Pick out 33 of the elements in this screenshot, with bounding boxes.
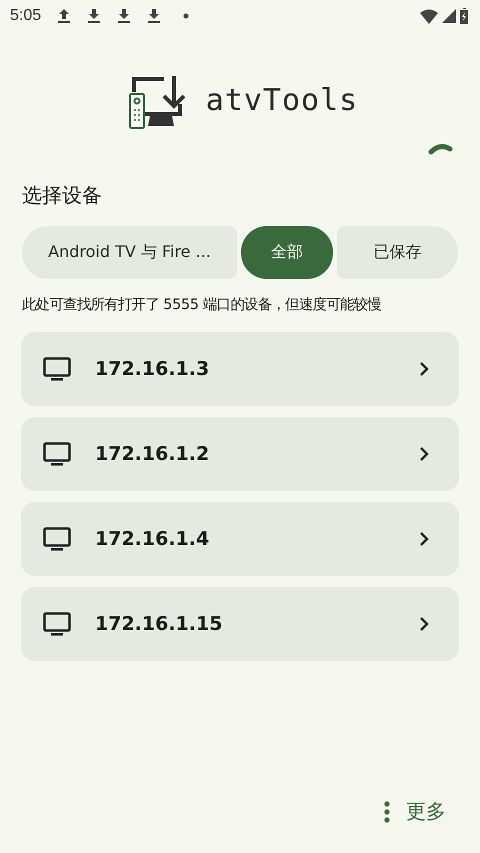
upload-icon (57, 8, 72, 24)
monitor-icon (43, 357, 71, 381)
dot-icon (183, 13, 190, 19)
download-icon (117, 8, 132, 24)
device-address: 172.16.1.4 (95, 528, 210, 550)
device-card[interactable]: 172.16.1.15 (21, 587, 459, 661)
wifi-icon (420, 8, 438, 24)
device-address: 172.16.1.15 (95, 613, 224, 635)
device-address: 172.16.1.3 (95, 358, 210, 380)
download-icon (147, 8, 162, 24)
hint-text: 此处可查找所有打开了 5555 端口的设备，但速度可能较慢 (22, 296, 382, 314)
status-time: 5:05 (10, 7, 42, 25)
chevron-right-icon (419, 446, 429, 462)
download-icon (87, 8, 102, 24)
chevron-right-icon (419, 531, 429, 547)
monitor-icon (43, 612, 71, 636)
filter-tab[interactable]: Android TV 与 Fire ... (22, 226, 237, 279)
section-title: 选择设备 (22, 182, 102, 209)
monitor-icon (43, 442, 71, 466)
device-card[interactable]: 172.16.1.2 (21, 417, 459, 491)
chevron-right-icon (419, 361, 429, 377)
device-card[interactable]: 172.16.1.3 (21, 332, 459, 406)
filter-tab[interactable]: 已保存 (337, 226, 458, 279)
filter-tab[interactable]: 全部 (241, 226, 333, 279)
device-card[interactable]: 172.16.1.4 (21, 502, 459, 576)
more-vertical-icon (384, 800, 390, 822)
chevron-right-icon (419, 616, 429, 632)
device-address: 172.16.1.2 (95, 443, 210, 465)
more-button[interactable]: 更多 (376, 794, 454, 829)
app-name: atvTools (206, 82, 358, 118)
signal-icon (442, 9, 456, 23)
monitor-icon (43, 527, 71, 551)
battery-icon (460, 8, 468, 24)
